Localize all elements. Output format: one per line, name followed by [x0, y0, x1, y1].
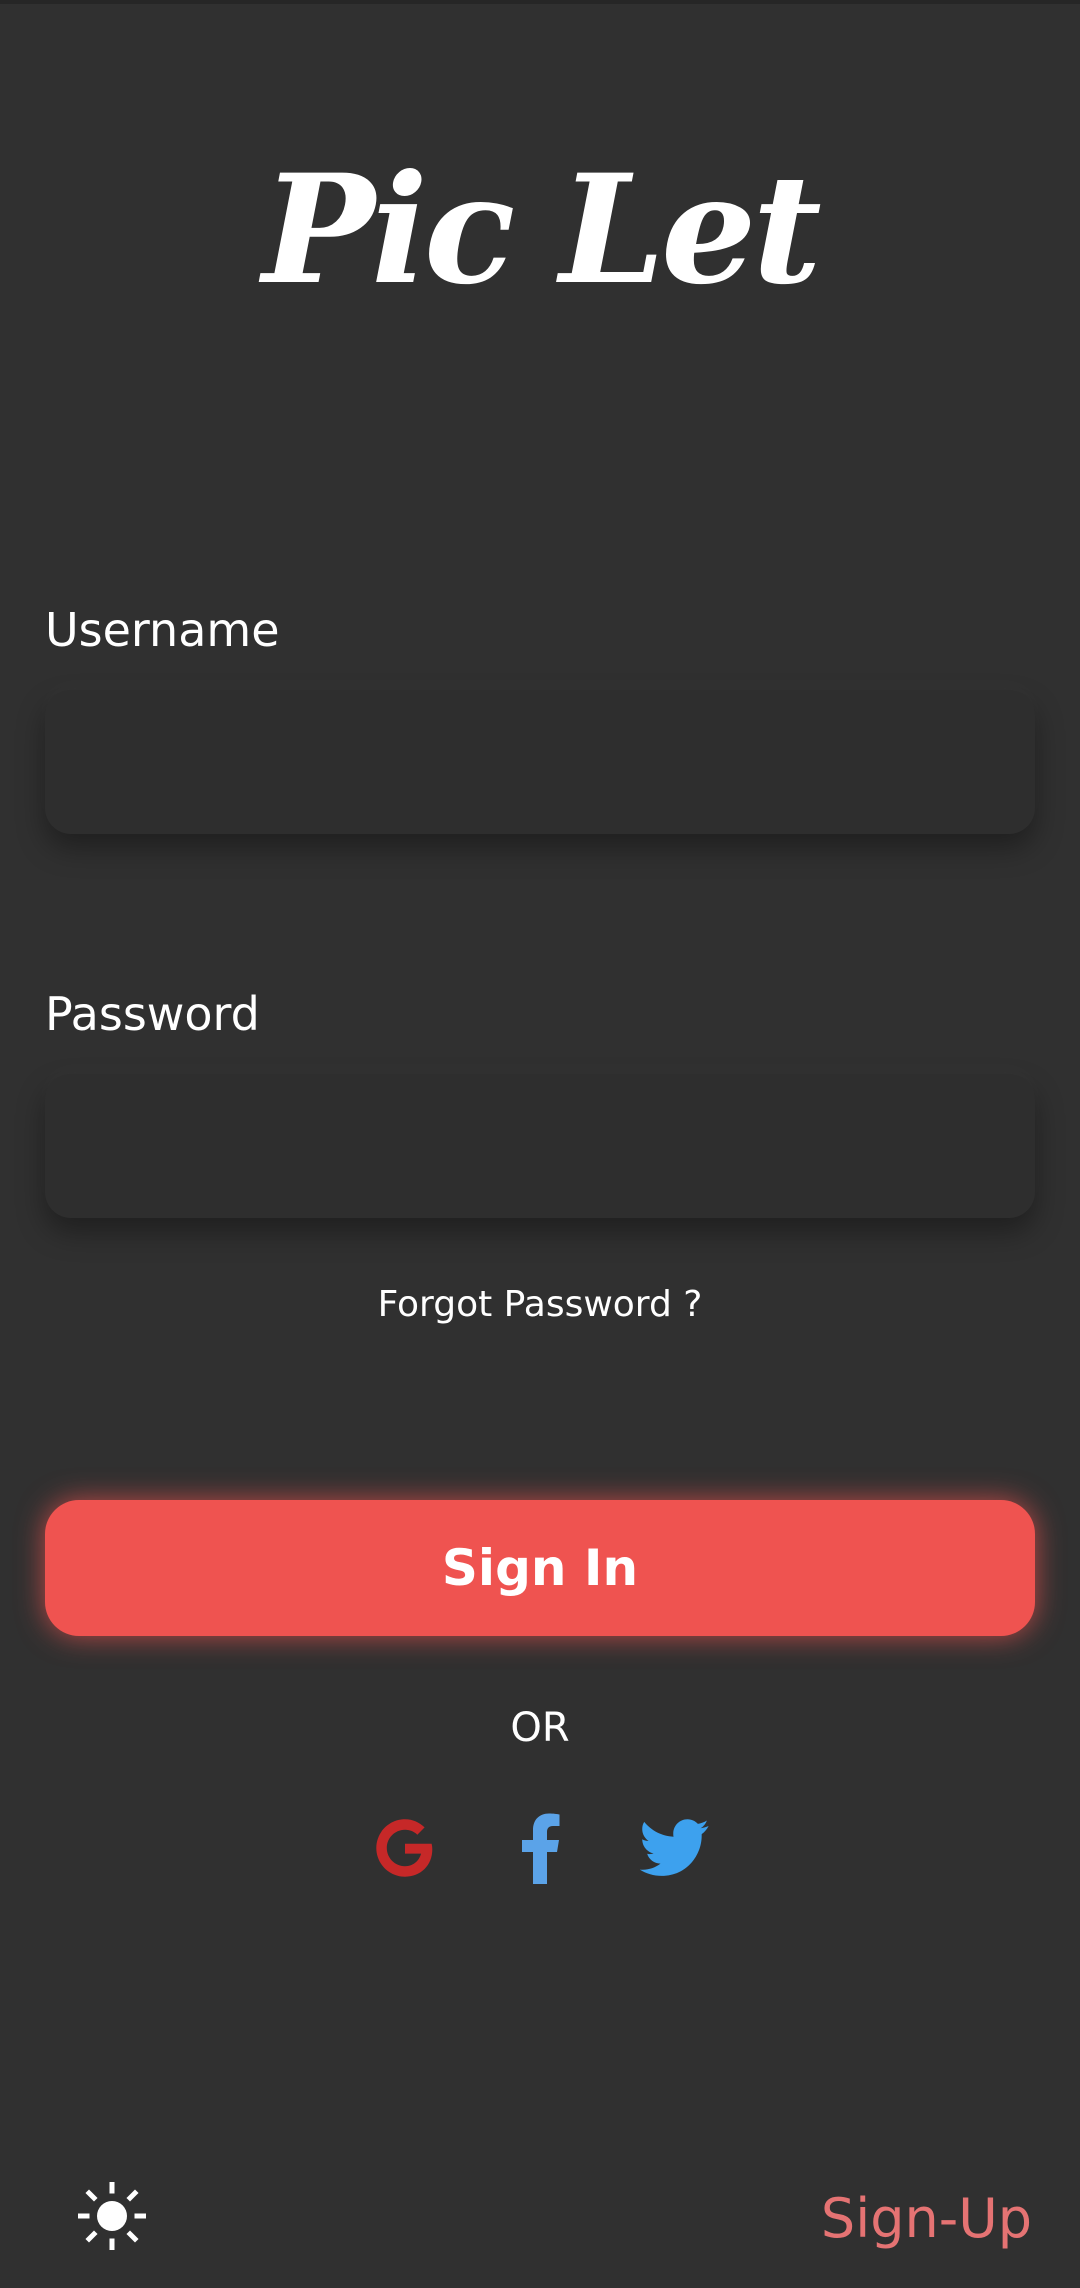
username-label: Username: [45, 603, 280, 657]
app-title: Pic Let: [262, 142, 822, 318]
or-divider-text: OR: [510, 1705, 570, 1751]
google-icon: [376, 1819, 433, 1877]
facebook-signin-button[interactable]: [502, 1810, 578, 1886]
google-signin-button[interactable]: [367, 1810, 443, 1886]
facebook-icon: [522, 1813, 560, 1884]
password-input[interactable]: [45, 1074, 1035, 1218]
sign-up-link[interactable]: Sign-Up: [821, 2184, 1032, 2254]
theme-toggle-button[interactable]: [77, 2181, 147, 2251]
sign-in-button[interactable]: Sign In: [45, 1500, 1035, 1636]
sun-icon: [77, 2181, 147, 2251]
forgot-password-link[interactable]: Forgot Password ?: [0, 1278, 1080, 1332]
twitter-signin-button[interactable]: [637, 1810, 713, 1886]
status-bar-edge: [0, 0, 1080, 4]
username-input[interactable]: [45, 690, 1035, 834]
password-label: Password: [45, 987, 260, 1041]
twitter-icon: [640, 1819, 709, 1876]
